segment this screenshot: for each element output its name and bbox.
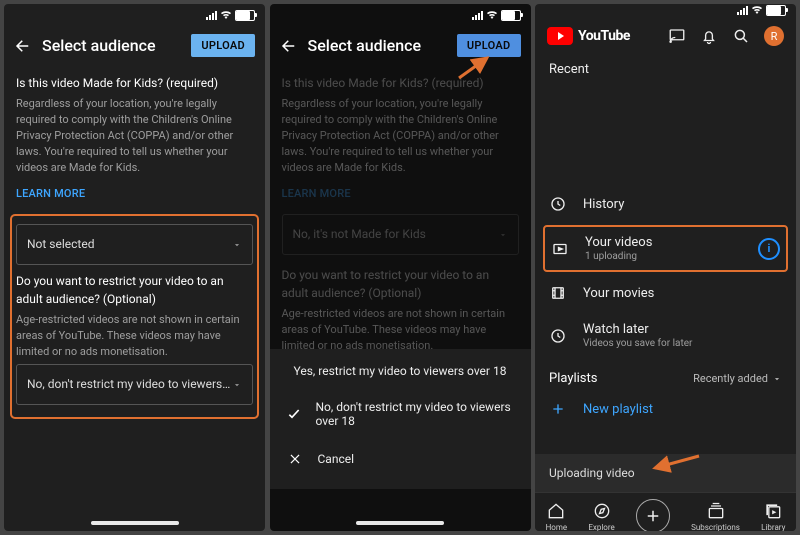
home-indicator [91, 521, 179, 525]
search-icon[interactable] [732, 27, 750, 45]
avatar[interactable]: R [764, 26, 784, 46]
explore-icon [592, 501, 612, 521]
wifi-icon [486, 9, 498, 21]
annotation-arrow [647, 452, 703, 474]
battery-icon [766, 5, 786, 16]
question-kids: Is this video Made for Kids? (required) [16, 75, 253, 92]
playlists-header: Playlists Recently added [535, 359, 796, 392]
coppa-text: Regardless of your location, you're lega… [282, 96, 519, 176]
history-icon [549, 195, 567, 213]
movies-icon [549, 284, 567, 302]
home-indicator [356, 521, 444, 525]
restrict-select-value: No, don't restrict my video to viewers… [27, 376, 230, 393]
signal-icon [206, 11, 217, 20]
chevron-down-icon [232, 240, 242, 250]
highlight-box: Not selected Do you want to restrict you… [10, 214, 259, 419]
tab-bar: Home Explore Subscriptions Library [535, 492, 796, 531]
app-header: YouTube R [535, 16, 796, 56]
menu-history[interactable]: History [535, 185, 796, 223]
header-actions: R [668, 26, 784, 46]
page-title: Select audience [42, 36, 181, 55]
sheet-cancel[interactable]: Cancel [270, 439, 531, 479]
question-restrict: Do you want to restrict your video to an… [282, 267, 519, 302]
status-bar [535, 4, 796, 16]
page-title: Select audience [308, 36, 447, 55]
back-icon[interactable] [280, 37, 298, 55]
upload-button[interactable]: UPLOAD [191, 34, 255, 57]
question-kids: Is this video Made for Kids? (required) [282, 75, 519, 92]
youtube-icon [547, 27, 573, 45]
upload-button[interactable]: UPLOAD [457, 34, 521, 57]
wifi-icon [220, 9, 232, 21]
screen-select-audience-2: Select audience UPLOAD Is this video Mad… [270, 4, 531, 531]
menu-watch-later[interactable]: Watch later Videos you save for later [535, 312, 796, 359]
check-icon [286, 405, 302, 423]
learn-more-link[interactable]: LEARN MORE [16, 186, 253, 202]
tab-library[interactable]: Library [761, 501, 785, 532]
restrict-text: Age-restricted videos are not shown in c… [16, 312, 253, 360]
subscriptions-icon [706, 501, 726, 521]
restrict-select[interactable]: No, don't restrict my video to viewers… [16, 364, 253, 405]
coppa-text: Regardless of your location, you're lega… [16, 96, 253, 176]
kids-select-value: No, it's not Made for Kids [293, 226, 426, 243]
signal-icon [737, 6, 748, 15]
status-bar [4, 4, 265, 26]
title-bar: Select audience UPLOAD [270, 26, 531, 65]
menu-your-movies[interactable]: Your movies [535, 274, 796, 312]
tab-explore[interactable]: Explore [588, 501, 614, 532]
cast-icon[interactable] [668, 27, 686, 45]
action-sheet: Yes, restrict my video to viewers over 1… [270, 349, 531, 489]
close-icon [286, 450, 304, 468]
create-button[interactable] [636, 499, 670, 531]
back-icon[interactable] [14, 37, 32, 55]
sort-dropdown[interactable]: Recently added [693, 372, 782, 385]
question-restrict: Do you want to restrict your video to an… [16, 273, 253, 308]
sheet-option-no[interactable]: No, don't restrict my video to viewers o… [270, 389, 531, 439]
plus-icon [549, 400, 567, 418]
battery-icon [235, 10, 255, 21]
tab-subscriptions[interactable]: Subscriptions [691, 501, 740, 532]
screen-select-audience-1: Select audience UPLOAD Is this video Mad… [4, 4, 265, 531]
kids-select[interactable]: No, it's not Made for Kids [282, 214, 519, 255]
library-icon [763, 501, 783, 521]
home-icon [546, 501, 566, 521]
wifi-icon [751, 4, 763, 16]
plus-icon [644, 507, 662, 525]
tab-home[interactable]: Home [546, 501, 568, 532]
watch-later-icon [549, 327, 567, 345]
signal-icon [472, 11, 483, 20]
menu-your-videos[interactable]: Your videos 1 uploading i [543, 225, 788, 272]
battery-icon [501, 10, 521, 21]
restrict-text: Age-restricted videos are not shown in c… [282, 306, 519, 354]
new-playlist[interactable]: New playlist [535, 392, 796, 426]
youtube-logo[interactable]: YouTube [547, 27, 630, 45]
learn-more-link[interactable]: LEARN MORE [282, 186, 519, 202]
chevron-down-icon [232, 380, 242, 390]
your-videos-icon [551, 240, 569, 258]
library-menu: History Your videos 1 uploading i Your m… [535, 185, 796, 359]
title-bar: Select audience UPLOAD [4, 26, 265, 65]
chevron-down-icon [498, 230, 508, 240]
info-icon[interactable]: i [758, 238, 780, 260]
screen-youtube-library: YouTube R Recent History Your videos 1 u… [535, 4, 796, 531]
kids-select-value: Not selected [27, 236, 94, 253]
status-bar [270, 4, 531, 26]
bell-icon[interactable] [700, 27, 718, 45]
content: Is this video Made for Kids? (required) … [4, 65, 265, 419]
uploading-banner[interactable]: Uploading video [535, 454, 796, 492]
sheet-option-yes[interactable]: Yes, restrict my video to viewers over 1… [270, 353, 531, 389]
playlists-label: Playlists [549, 371, 597, 386]
chevron-down-icon [772, 374, 782, 384]
kids-select[interactable]: Not selected [16, 224, 253, 265]
recent-label: Recent [535, 56, 796, 83]
